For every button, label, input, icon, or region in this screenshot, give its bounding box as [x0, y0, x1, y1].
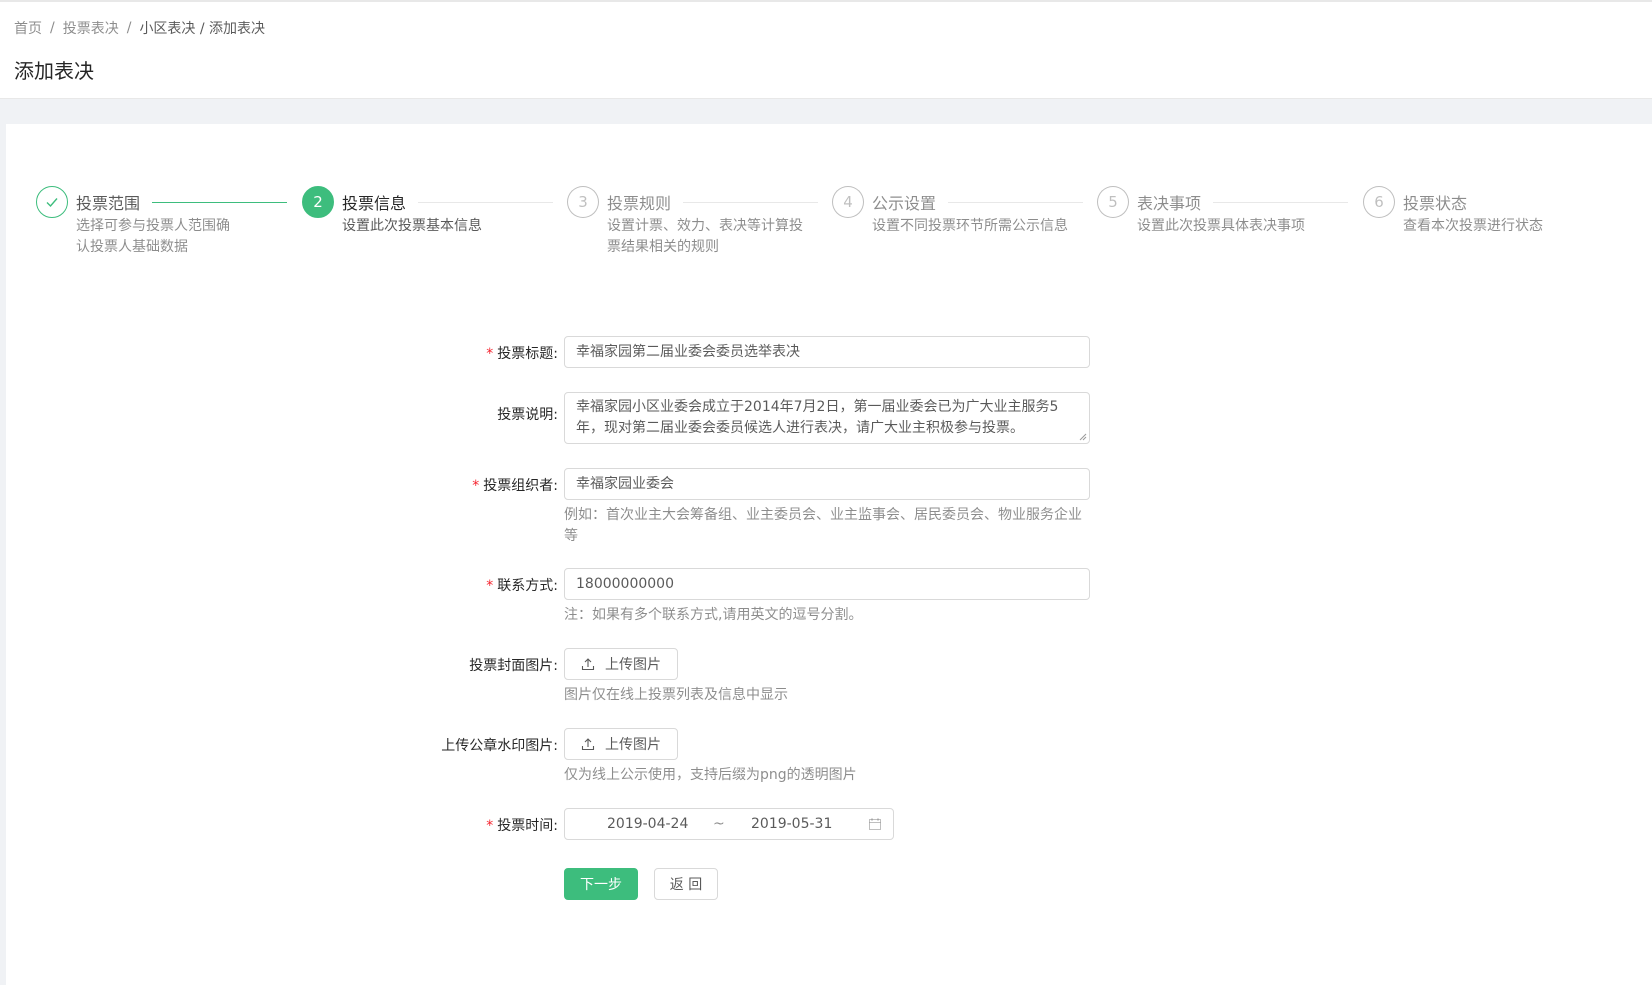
range-separator: ~ — [713, 816, 725, 832]
calendar-icon — [869, 818, 881, 830]
title-label: * 投票标题: — [486, 346, 558, 362]
step-number: 5 — [1097, 186, 1129, 218]
form-card: 投票范围 选择可参与投票人范围确认投票人基础数据 2 投票信息 设置此次投票基本… — [6, 124, 1652, 985]
step-title: 投票状态 — [1403, 190, 1480, 214]
step-number: 3 — [567, 186, 599, 218]
breadcrumb-separator: / — [50, 20, 55, 36]
step-desc: 设置此次投票基本信息 — [342, 218, 482, 234]
contact-input[interactable]: 18000000000 — [564, 568, 1090, 600]
end-date[interactable]: 2019-05-31 — [751, 816, 832, 832]
description-textarea[interactable]: 幸福家园小区业委会成立于2014年7月2日，第一届业委会已为广大业主服务5年，现… — [564, 392, 1090, 444]
step-line-5 — [1211, 202, 1348, 203]
check-icon — [36, 186, 68, 218]
step-title: 公示设置 — [872, 190, 949, 214]
step-desc: 设置计票、效力、表决等计算投票结果相关的规则 — [607, 218, 803, 255]
seal-hint: 仅为线上公示使用，支持后缀为png的透明图片 — [564, 767, 857, 783]
breadcrumb-vote[interactable]: 投票表决 — [63, 18, 119, 38]
step-title: 投票范围 — [76, 190, 153, 214]
step-desc: 查看本次投票进行状态 — [1403, 218, 1543, 234]
upload-cover-button[interactable]: 上传图片 — [564, 648, 678, 680]
required-mark: * — [486, 818, 494, 834]
title-input[interactable]: 幸福家园第二届业委会委员选举表决 — [564, 336, 1090, 368]
step-line-1 — [150, 202, 287, 203]
breadcrumb-home[interactable]: 首页 — [14, 18, 42, 38]
page-header: 首页 / 投票表决 / 小区表决 / 添加表决 添加表决 — [0, 0, 1652, 99]
start-date[interactable]: 2019-04-24 — [607, 816, 688, 832]
step-number: 4 — [832, 186, 864, 218]
step-desc: 选择可参与投票人范围确认投票人基础数据 — [76, 218, 230, 255]
back-button[interactable]: 返 回 — [654, 868, 718, 900]
step-desc: 设置此次投票具体表决事项 — [1137, 218, 1305, 234]
seal-label: 上传公章水印图片: — [441, 738, 558, 754]
step-number: 6 — [1363, 186, 1395, 218]
required-mark: * — [472, 478, 480, 494]
required-mark: * — [486, 578, 494, 594]
breadcrumb: 首页 / 投票表决 / 小区表决 / 添加表决 — [14, 18, 265, 38]
step-line-2 — [416, 202, 553, 203]
upload-icon — [581, 657, 595, 671]
contact-hint: 注：如果有多个联系方式,请用英文的逗号分割。 — [564, 607, 863, 623]
cover-label: 投票封面图片: — [469, 658, 558, 674]
resize-handle-icon[interactable] — [1079, 433, 1087, 441]
cover-hint: 图片仅在线上投票列表及信息中显示 — [564, 687, 788, 703]
required-mark: * — [486, 346, 494, 362]
step-desc: 设置不同投票环节所需公示信息 — [872, 218, 1068, 234]
organizer-hint: 例如：首次业主大会筹备组、业主委员会、业主监事会、居民委员会、物业服务企业等 — [564, 507, 1082, 544]
step-title: 投票信息 — [342, 190, 419, 214]
upload-seal-button[interactable]: 上传图片 — [564, 728, 678, 760]
step-number: 2 — [302, 186, 334, 218]
breadcrumb-current: 小区表决 / 添加表决 — [139, 21, 266, 37]
organizer-input[interactable]: 幸福家园业委会 — [564, 468, 1090, 500]
step-line-3 — [681, 202, 818, 203]
description-label: 投票说明: — [497, 407, 558, 423]
next-step-button[interactable]: 下一步 — [564, 868, 638, 900]
upload-icon — [581, 737, 595, 751]
breadcrumb-separator: / — [126, 20, 132, 36]
page-title: 添加表决 — [14, 59, 94, 83]
step-title: 表决事项 — [1137, 190, 1214, 214]
vote-time-range-picker[interactable]: 2019-04-24 ~ 2019-05-31 — [564, 808, 894, 840]
step-title: 投票规则 — [607, 190, 684, 214]
organizer-label: * 投票组织者: — [472, 478, 558, 494]
time-label: * 投票时间: — [486, 818, 558, 834]
contact-label: * 联系方式: — [486, 578, 558, 594]
step-line-4 — [946, 202, 1083, 203]
description-text: 幸福家园小区业委会成立于2014年7月2日，第一届业委会已为广大业主服务5年，现… — [576, 399, 1059, 436]
